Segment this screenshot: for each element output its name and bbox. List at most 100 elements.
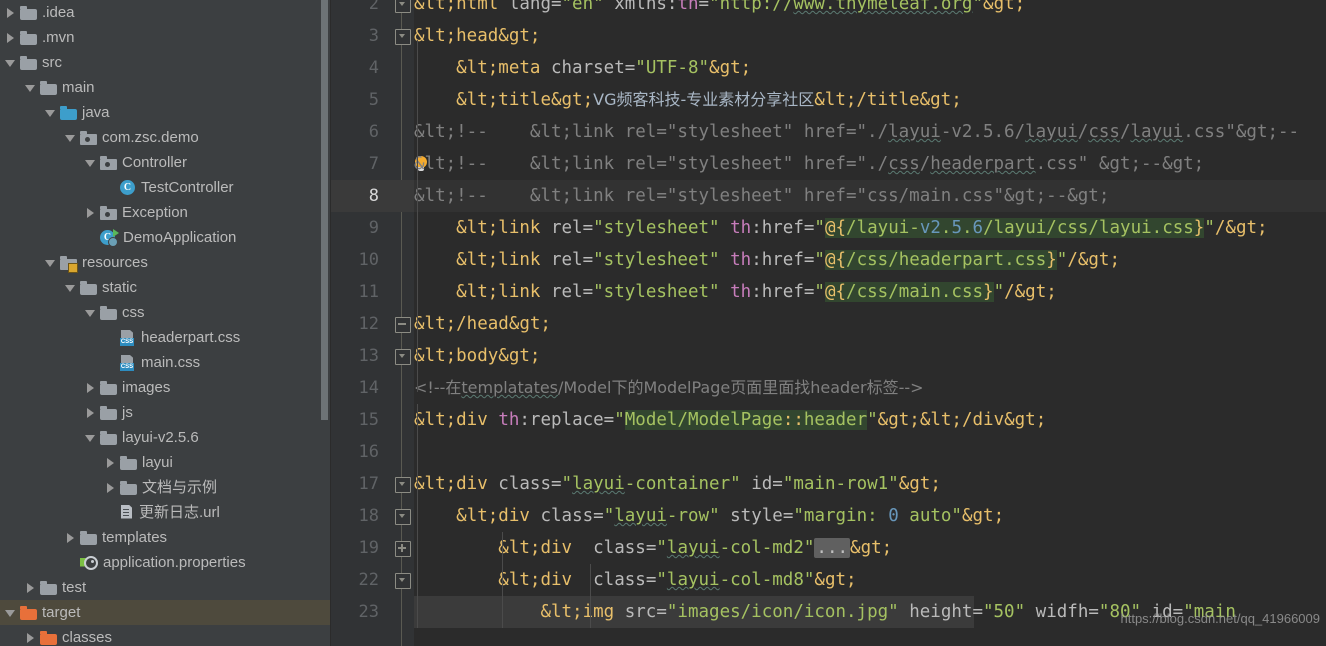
line-number[interactable]: 17	[359, 468, 379, 500]
tree-item-.mvn[interactable]: .mvn	[0, 25, 331, 50]
chevron-right-icon[interactable]	[104, 481, 117, 494]
code-line-15[interactable]: &lt;div th:replace="Model/ModelPage::hea…	[414, 404, 1326, 436]
tree-item-templates[interactable]: templates	[0, 525, 331, 550]
line-number[interactable]: 12	[359, 308, 379, 340]
line-number[interactable]: 10	[359, 244, 379, 276]
chevron-down-icon[interactable]	[84, 431, 97, 444]
tree-item-Exception[interactable]: Exception	[0, 200, 331, 225]
code-line-9[interactable]: &lt;link rel="stylesheet" th:href="@{/la…	[414, 212, 1326, 244]
chevron-down-icon[interactable]	[64, 281, 77, 294]
code-line-12[interactable]: &lt;/head&gt;	[414, 308, 1326, 340]
tree-item-.idea[interactable]: .idea	[0, 0, 331, 25]
chevron-down-icon[interactable]	[4, 606, 17, 619]
line-number-gutter[interactable]: 2 3 4 5 6 7 8 9 10 11 12 13 14 15 16 17 18 19 22 23	[331, 0, 391, 646]
fold-collapse-icon[interactable]	[395, 317, 411, 333]
chevron-right-icon[interactable]	[4, 6, 17, 19]
project-tree-list[interactable]: .idea .mvn src main java com.zsc.demo Controll…	[0, 0, 331, 646]
code-line-6[interactable]: &lt;!-- &lt;link rel="stylesheet" href="…	[414, 116, 1326, 148]
tree-item-images[interactable]: images	[0, 375, 331, 400]
code-folding-strip[interactable]	[391, 0, 414, 646]
tree-item-js[interactable]: js	[0, 400, 331, 425]
code-line-7[interactable]: &lt;!-- &lt;link rel="stylesheet" href="…	[414, 148, 1326, 180]
chevron-down-icon[interactable]	[24, 81, 37, 94]
tree-item-src[interactable]: src	[0, 50, 331, 75]
line-number[interactable]: 13	[359, 340, 379, 372]
chevron-right-icon[interactable]	[24, 581, 37, 594]
tree-item-headerpart.css[interactable]: CSS headerpart.css	[0, 325, 331, 350]
line-number[interactable]: 4	[369, 52, 379, 84]
line-number[interactable]: 23	[359, 596, 379, 628]
line-number[interactable]: 2	[369, 0, 379, 20]
code-line-17[interactable]: &lt;div class="layui-container" id="main…	[414, 468, 1326, 500]
project-tree-scrollbar[interactable]	[321, 0, 328, 420]
code-line-18[interactable]: &lt;div class="layui-row" style="margin:…	[414, 500, 1326, 532]
line-number[interactable]: 11	[359, 276, 379, 308]
tree-item-Controller[interactable]: Controller	[0, 150, 331, 175]
line-number[interactable]: 15	[359, 404, 379, 436]
chevron-right-icon[interactable]	[84, 406, 97, 419]
line-number[interactable]: 6	[369, 116, 379, 148]
tree-item-test[interactable]: test	[0, 575, 331, 600]
line-number[interactable]: 8	[369, 180, 379, 212]
tree-item-DemoApplication[interactable]: C DemoApplication	[0, 225, 331, 250]
code-line-13[interactable]: &lt;body&gt;	[414, 340, 1326, 372]
tree-item-main.css[interactable]: CSS main.css	[0, 350, 331, 375]
fold-collapse-icon[interactable]	[395, 477, 411, 493]
code-line-19[interactable]: &lt;div class="layui-col-md2"... &gt;	[414, 532, 1326, 564]
tree-item-classes[interactable]: classes	[0, 625, 331, 646]
fold-collapse-icon[interactable]	[395, 573, 411, 589]
chevron-down-icon[interactable]	[84, 306, 97, 319]
fold-collapse-icon[interactable]	[395, 29, 411, 45]
code-line-2[interactable]: &lt;html lang="en" xmlns:th="http://www.…	[414, 0, 1326, 20]
chevron-down-icon[interactable]	[44, 256, 57, 269]
code-line-4[interactable]: &lt;meta charset="UTF-8"&gt;	[414, 52, 1326, 84]
chevron-right-icon[interactable]	[84, 206, 97, 219]
tree-item-java[interactable]: java	[0, 100, 331, 125]
fold-expand-icon[interactable]	[395, 541, 411, 557]
chevron-right-icon[interactable]	[24, 631, 37, 644]
code-line-5[interactable]: &lt;title&gt;VG频客科技-专业素材分享社区&lt;/title&g…	[414, 84, 1326, 116]
project-tree-panel[interactable]: .idea .mvn src main java com.zsc.demo Controll…	[0, 0, 331, 646]
tree-item-application.properties[interactable]: application.properties	[0, 550, 331, 575]
line-number[interactable]: 5	[369, 84, 379, 116]
chevron-right-icon[interactable]	[104, 456, 117, 469]
code-line-8[interactable]: &lt;!-- &lt;link rel="stylesheet" href="…	[414, 180, 1326, 212]
tree-item-文档与示例[interactable]: 文档与示例	[0, 475, 331, 500]
line-number[interactable]: 22	[359, 564, 379, 596]
code-line-22[interactable]: &lt;div class="layui-col-md8"&gt;	[414, 564, 1326, 596]
tree-item-TestController[interactable]: C TestController	[0, 175, 331, 200]
line-number[interactable]: 7	[369, 148, 379, 180]
chevron-down-icon[interactable]	[84, 156, 97, 169]
fold-collapse-icon[interactable]	[395, 349, 411, 365]
tree-item-css[interactable]: css	[0, 300, 331, 325]
code-line-14[interactable]: <!--在templatates/Model下的ModelPage页面里面找he…	[414, 372, 1326, 404]
code-line-3[interactable]: &lt;head&gt;	[414, 20, 1326, 52]
chevron-down-icon[interactable]	[44, 106, 57, 119]
chevron-down-icon[interactable]	[64, 131, 77, 144]
fold-collapse-icon[interactable]	[395, 509, 411, 525]
line-number[interactable]: 19	[359, 532, 379, 564]
tree-item-layui[interactable]: layui	[0, 450, 331, 475]
code-line-11[interactable]: &lt;link rel="stylesheet" th:href="@{/cs…	[414, 276, 1326, 308]
line-number[interactable]: 3	[369, 20, 379, 52]
chevron-down-icon[interactable]	[4, 56, 17, 69]
code-editor[interactable]: 2 3 4 5 6 7 8 9 10 11 12 13 14 15 16 17 18 19 22 23 &lt;htm…	[331, 0, 1326, 646]
tree-item-static[interactable]: static	[0, 275, 331, 300]
line-number[interactable]: 9	[369, 212, 379, 244]
chevron-right-icon[interactable]	[84, 381, 97, 394]
tree-item-com.zsc.demo[interactable]: com.zsc.demo	[0, 125, 331, 150]
chevron-right-icon[interactable]	[64, 531, 77, 544]
tree-item-更新日志.url[interactable]: 更新日志.url	[0, 500, 331, 525]
tree-item-main[interactable]: main	[0, 75, 331, 100]
chevron-right-icon[interactable]	[4, 31, 17, 44]
line-number[interactable]: 16	[359, 436, 379, 468]
fold-collapse-icon[interactable]	[395, 0, 411, 13]
tree-item-layui-v2.5.6[interactable]: layui-v2.5.6	[0, 425, 331, 450]
line-number[interactable]: 14	[359, 372, 379, 404]
line-number[interactable]: 18	[359, 500, 379, 532]
code-line-10[interactable]: &lt;link rel="stylesheet" th:href="@{/cs…	[414, 244, 1326, 276]
code-line-16[interactable]	[414, 436, 1326, 468]
fold-placeholder[interactable]: ...	[814, 538, 851, 558]
tree-item-resources[interactable]: resources	[0, 250, 331, 275]
tree-item-target[interactable]: target	[0, 600, 331, 625]
